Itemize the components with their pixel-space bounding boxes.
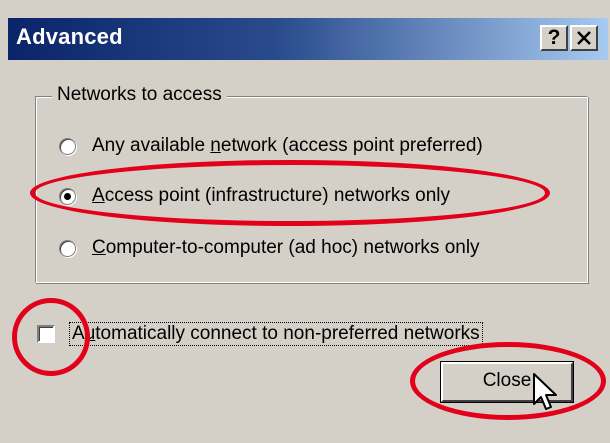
dialog-title: Advanced xyxy=(16,24,123,49)
auto-connect-label: Automatically connect to non-preferred n… xyxy=(69,322,483,346)
radio-label-any-network: Any available network (access point pref… xyxy=(92,135,483,156)
radio-any-network[interactable]: Any available network (access point pref… xyxy=(59,134,483,158)
radio-button-any-network[interactable] xyxy=(59,137,76,155)
close-icon xyxy=(577,31,591,45)
advanced-dialog: Advanced ? Networks to access Any availa… xyxy=(0,0,610,443)
auto-connect-checkbox[interactable] xyxy=(37,325,55,343)
radio-button-access-point-only[interactable] xyxy=(59,187,76,205)
networks-group-legend: Networks to access xyxy=(52,84,227,106)
help-button[interactable]: ? xyxy=(540,25,568,51)
title-bar: Advanced ? xyxy=(8,18,608,60)
close-window-button[interactable] xyxy=(570,25,598,51)
radio-label-access-point-only: Access point (infrastructure) networks o… xyxy=(92,185,450,206)
radio-ad-hoc-only[interactable]: Computer-to-computer (ad hoc) networks o… xyxy=(59,236,480,260)
radio-label-ad-hoc-only: Computer-to-computer (ad hoc) networks o… xyxy=(92,237,480,258)
radio-access-point-only[interactable]: Access point (infrastructure) networks o… xyxy=(59,184,450,208)
mouse-pointer-icon xyxy=(533,373,557,410)
auto-connect-option[interactable]: Automatically connect to non-preferred n… xyxy=(37,322,483,346)
radio-button-ad-hoc-only[interactable] xyxy=(59,239,76,257)
